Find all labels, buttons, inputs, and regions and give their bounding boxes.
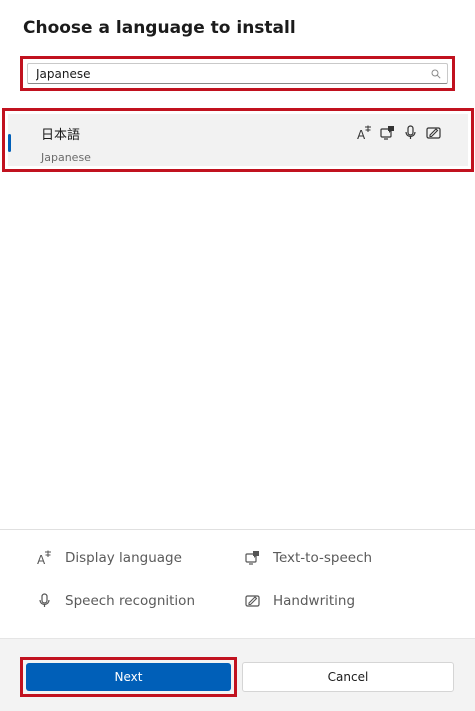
capability-icons: A — [356, 124, 442, 141]
display-language-icon: A — [357, 125, 371, 141]
search-highlight — [20, 56, 455, 91]
language-native-name: 日本語 — [41, 128, 81, 143]
legend-display-language: A Display language — [36, 549, 182, 567]
language-english-name: Japanese — [41, 151, 91, 164]
cancel-button[interactable]: Cancel — [242, 662, 454, 692]
handwriting-icon — [245, 595, 260, 607]
search-input[interactable] — [27, 63, 448, 84]
speech-recognition-icon — [39, 593, 50, 607]
legend-handwriting: Handwriting — [244, 592, 355, 609]
dialog-title: Choose a language to install — [23, 18, 296, 38]
legend-divider — [0, 529, 475, 530]
selection-indicator — [8, 134, 11, 152]
legend-label: Speech recognition — [65, 592, 195, 609]
next-button[interactable]: Next — [26, 663, 231, 691]
legend-label: Text-to-speech — [273, 549, 373, 566]
display-language-icon: A — [37, 550, 51, 566]
legend-speech-recognition: Speech recognition — [36, 592, 195, 609]
text-to-speech-icon — [245, 551, 259, 565]
svg-text:A: A — [37, 553, 46, 566]
search-icon[interactable] — [431, 69, 441, 79]
legend-label: Handwriting — [273, 592, 356, 609]
language-item-highlight: 日本語 Japanese A — [2, 108, 474, 172]
handwriting-icon — [426, 127, 441, 139]
legend-text-to-speech: Text-to-speech — [244, 549, 372, 566]
speech-recognition-icon — [405, 125, 416, 139]
language-item-japanese[interactable]: 日本語 Japanese A — [8, 114, 468, 166]
next-button-highlight: Next — [20, 657, 237, 697]
svg-text:A: A — [357, 128, 366, 141]
text-to-speech-icon — [380, 126, 394, 140]
legend-label: Display language — [65, 549, 182, 566]
